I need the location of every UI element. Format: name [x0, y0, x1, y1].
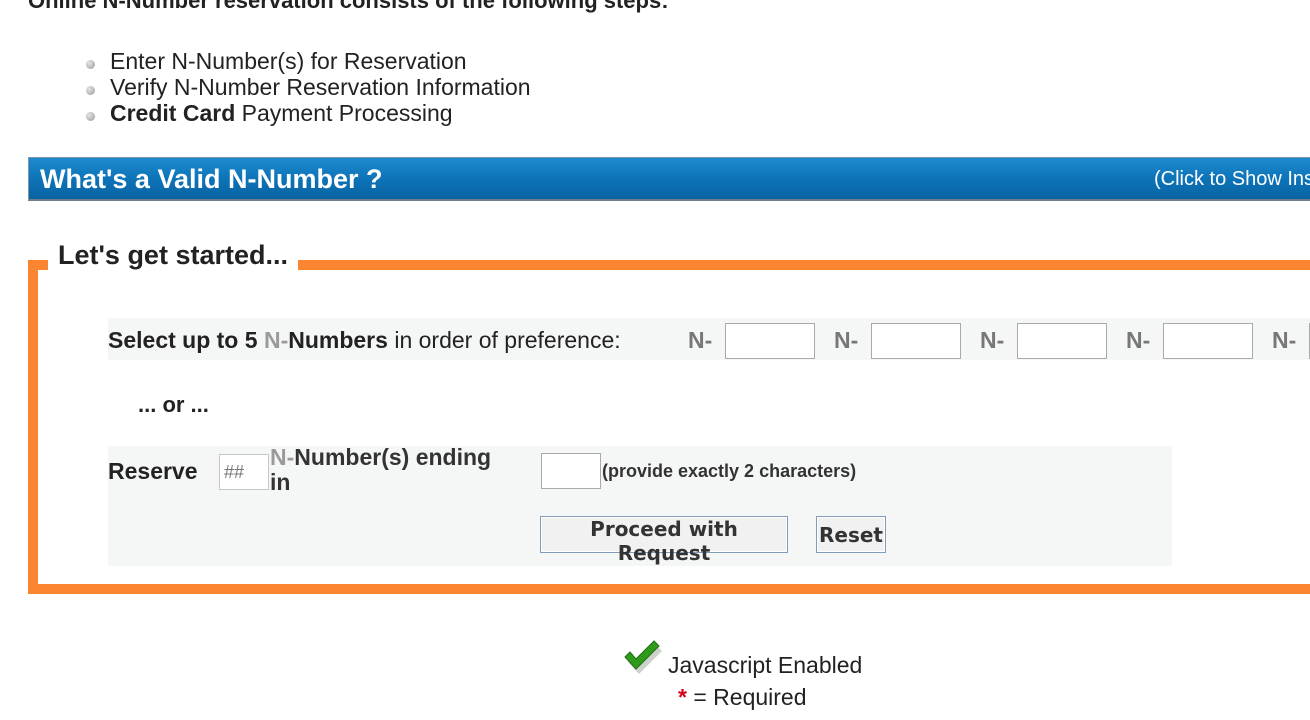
reserve-count-input[interactable]	[219, 454, 269, 490]
step-item: Credit Card Payment Processing	[86, 100, 531, 126]
exact-characters-hint: (provide exactly 2 characters)	[602, 461, 857, 481]
step-item: Enter N-Number(s) for Reservation	[86, 48, 531, 74]
select-label-prefix: Select up to 5	[108, 327, 264, 353]
number-ending-label: N-Number(s) ending in	[270, 445, 491, 495]
select-label-numbers: Numbers	[288, 327, 388, 353]
ending-characters-input[interactable]	[541, 453, 601, 489]
n-prefix-4: N-	[1126, 327, 1151, 353]
reserve-label: Reserve	[108, 458, 198, 484]
ending-label-text: Number(s) ending	[294, 444, 492, 470]
n-number-input-3[interactable]	[1017, 323, 1107, 359]
steps-list: Enter N-Number(s) for Reservation Verify…	[86, 48, 531, 126]
n-prefix-2: N-	[834, 327, 859, 353]
ending-label-in: in	[270, 469, 291, 495]
intro-heading: Online N-Number reservation consists of …	[28, 0, 669, 13]
bullet-icon	[86, 112, 95, 121]
n-number-input-1[interactable]	[725, 323, 815, 359]
step-text: Enter N-Number(s) for Reservation	[110, 48, 467, 74]
valid-n-number-bar[interactable]: What's a Valid N-Number ? (Click to Show…	[28, 157, 1310, 201]
show-instructions-link[interactable]: (Click to Show Ins	[1154, 168, 1310, 191]
bullet-icon	[86, 60, 95, 69]
valid-n-number-title: What's a Valid N-Number ?	[40, 164, 383, 194]
or-separator: ... or ...	[138, 392, 209, 417]
javascript-status: Javascript Enabled	[668, 652, 863, 678]
required-text: = Required	[686, 684, 807, 710]
step-text: Verify N-Number Reservation Information	[110, 74, 531, 100]
checkmark-icon	[624, 640, 662, 674]
select-label-n: N	[263, 327, 281, 353]
bullet-icon	[86, 86, 95, 95]
ending-label-n: N	[270, 444, 287, 470]
reserve-ending-panel: Reserve N-Number(s) endingin (provide ex…	[108, 445, 1172, 566]
step-item: Verify N-Number Reservation Information	[86, 74, 531, 100]
step-text: Payment Processing	[235, 100, 453, 126]
select-label-suffix: in order of preference:	[387, 327, 621, 353]
step-bold-text: Credit Card	[110, 100, 236, 126]
proceed-button[interactable]: Proceed with Request	[540, 516, 788, 565]
n-number-input-4[interactable]	[1163, 323, 1253, 359]
n-prefix-3: N-	[980, 327, 1005, 353]
select-n-numbers-row: Select up to 5 N- Numbers in order of pre…	[108, 318, 1310, 360]
n-number-input-2[interactable]	[871, 323, 961, 359]
fieldset-legend: Let's get started...	[48, 240, 298, 271]
required-note: * = Required	[678, 684, 807, 711]
n-prefix-5: N-	[1272, 327, 1297, 353]
n-prefix-1: N-	[688, 327, 713, 353]
required-star: *	[678, 684, 687, 710]
reset-button[interactable]: Reset	[816, 516, 886, 553]
select-n-numbers-label: Select up to 5 N-Numbers in order of pre…	[108, 327, 621, 354]
